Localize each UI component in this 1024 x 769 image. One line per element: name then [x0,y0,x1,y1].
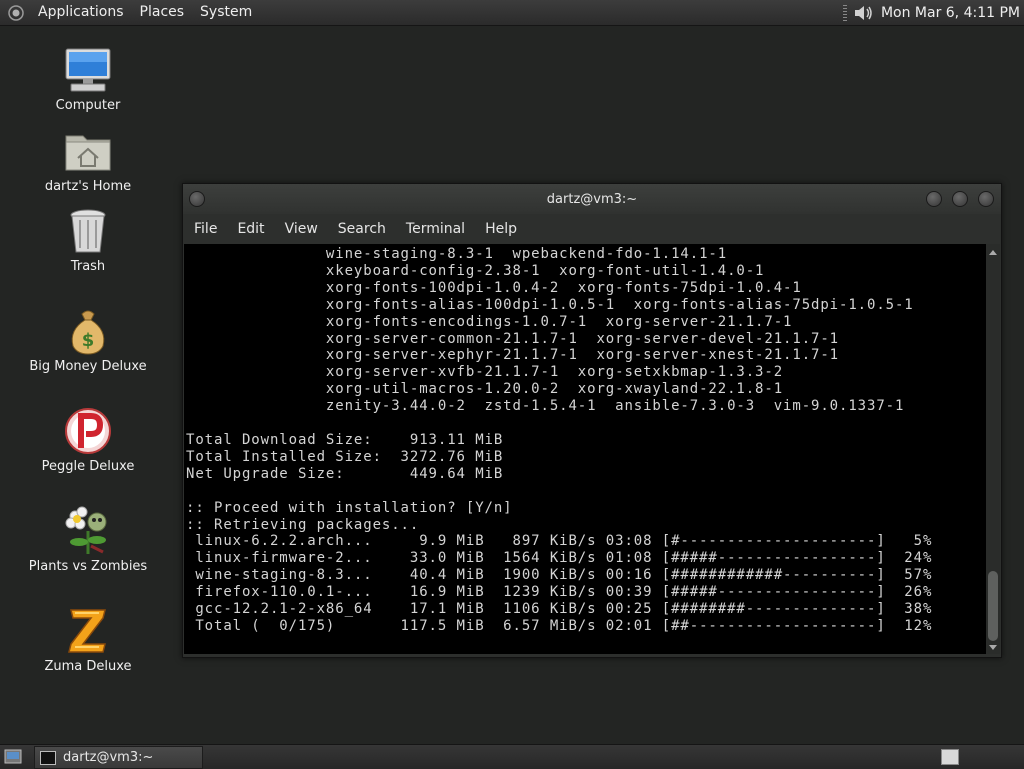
desktop-icon-plants-vs-zombies[interactable]: Plants vs Zombies [18,506,158,574]
desktop-icon-label: Plants vs Zombies [28,559,148,574]
menu-help[interactable]: Help [475,215,527,243]
zuma-icon [68,609,106,653]
desktop-icon-big-money[interactable]: $ Big Money Deluxe [18,306,158,374]
desktop-icon-label: Big Money Deluxe [29,359,147,374]
volume-icon[interactable] [853,3,875,23]
home-folder-icon [65,135,111,171]
clock[interactable]: Mon Mar 6, 4:11 PM [875,5,1024,21]
desktop-icon-peggle[interactable]: Peggle Deluxe [18,406,158,474]
places-menu[interactable]: Places [132,0,193,25]
scroll-up-arrow-icon[interactable] [989,250,997,255]
desktop-icon-label: dartz's Home [44,179,132,194]
menu-edit[interactable]: Edit [227,215,274,243]
desktop-icon-label: Zuma Deluxe [44,659,132,674]
taskbar-button-label: dartz@vm3:~ [63,750,154,765]
taskbar-button-terminal[interactable]: dartz@vm3:~ [34,746,203,769]
computer-icon [65,48,111,92]
maximize-button[interactable] [952,191,968,207]
panel-tray: Mon Mar 6, 4:11 PM [842,0,1024,25]
desktop-icon-label: Peggle Deluxe [41,459,135,474]
window-title: dartz@vm3:~ [546,192,638,207]
desktop-icon-computer[interactable]: Computer [18,45,158,113]
terminal-scrollbar[interactable] [986,244,1000,654]
menu-view[interactable]: View [275,215,328,243]
svg-text:$: $ [82,330,95,351]
desktop-icon-zuma[interactable]: Zuma Deluxe [18,606,158,674]
close-button[interactable] [978,191,994,207]
desktop-icon-trash[interactable]: Trash [18,206,158,274]
show-desktop-icon[interactable] [4,748,22,765]
applications-menu[interactable]: Applications [30,0,132,25]
menu-file[interactable]: File [183,215,227,243]
desktop-icon-label: Computer [55,98,121,113]
money-bag-icon: $ [71,310,105,355]
trash-icon [70,209,106,253]
gnome-foot-icon[interactable] [8,4,24,21]
desktop-icon-home[interactable]: dartz's Home [18,126,158,194]
workspace-switcher[interactable] [941,749,959,765]
peggle-icon [65,408,111,454]
menu-terminal[interactable]: Terminal [396,215,475,243]
terminal-menubar: File Edit View Search Terminal Help [183,215,1001,243]
terminal-icon [40,750,56,765]
terminal-screen[interactable]: wine-staging-8.3-1 wpebackend-fdo-1.14.1… [184,244,986,654]
top-panel: Applications Places System Mon Mar 6, 4:… [0,0,1024,26]
terminal-window[interactable]: dartz@vm3:~ File Edit View Search Termin… [182,183,1002,658]
system-menu[interactable]: System [192,0,260,25]
terminal-output: wine-staging-8.3-1 wpebackend-fdo-1.14.1… [186,246,933,634]
plants-vs-zombies-icon [65,506,107,554]
desktop-icon-label: Trash [70,259,106,274]
bottom-panel: dartz@vm3:~ [0,744,1024,769]
menu-search[interactable]: Search [328,215,396,243]
panel-handle [842,4,847,21]
scroll-down-arrow-icon[interactable] [989,645,997,650]
minimize-button[interactable] [926,191,942,207]
window-titlebar[interactable]: dartz@vm3:~ [183,184,1001,214]
scrollbar-thumb[interactable] [988,571,998,641]
